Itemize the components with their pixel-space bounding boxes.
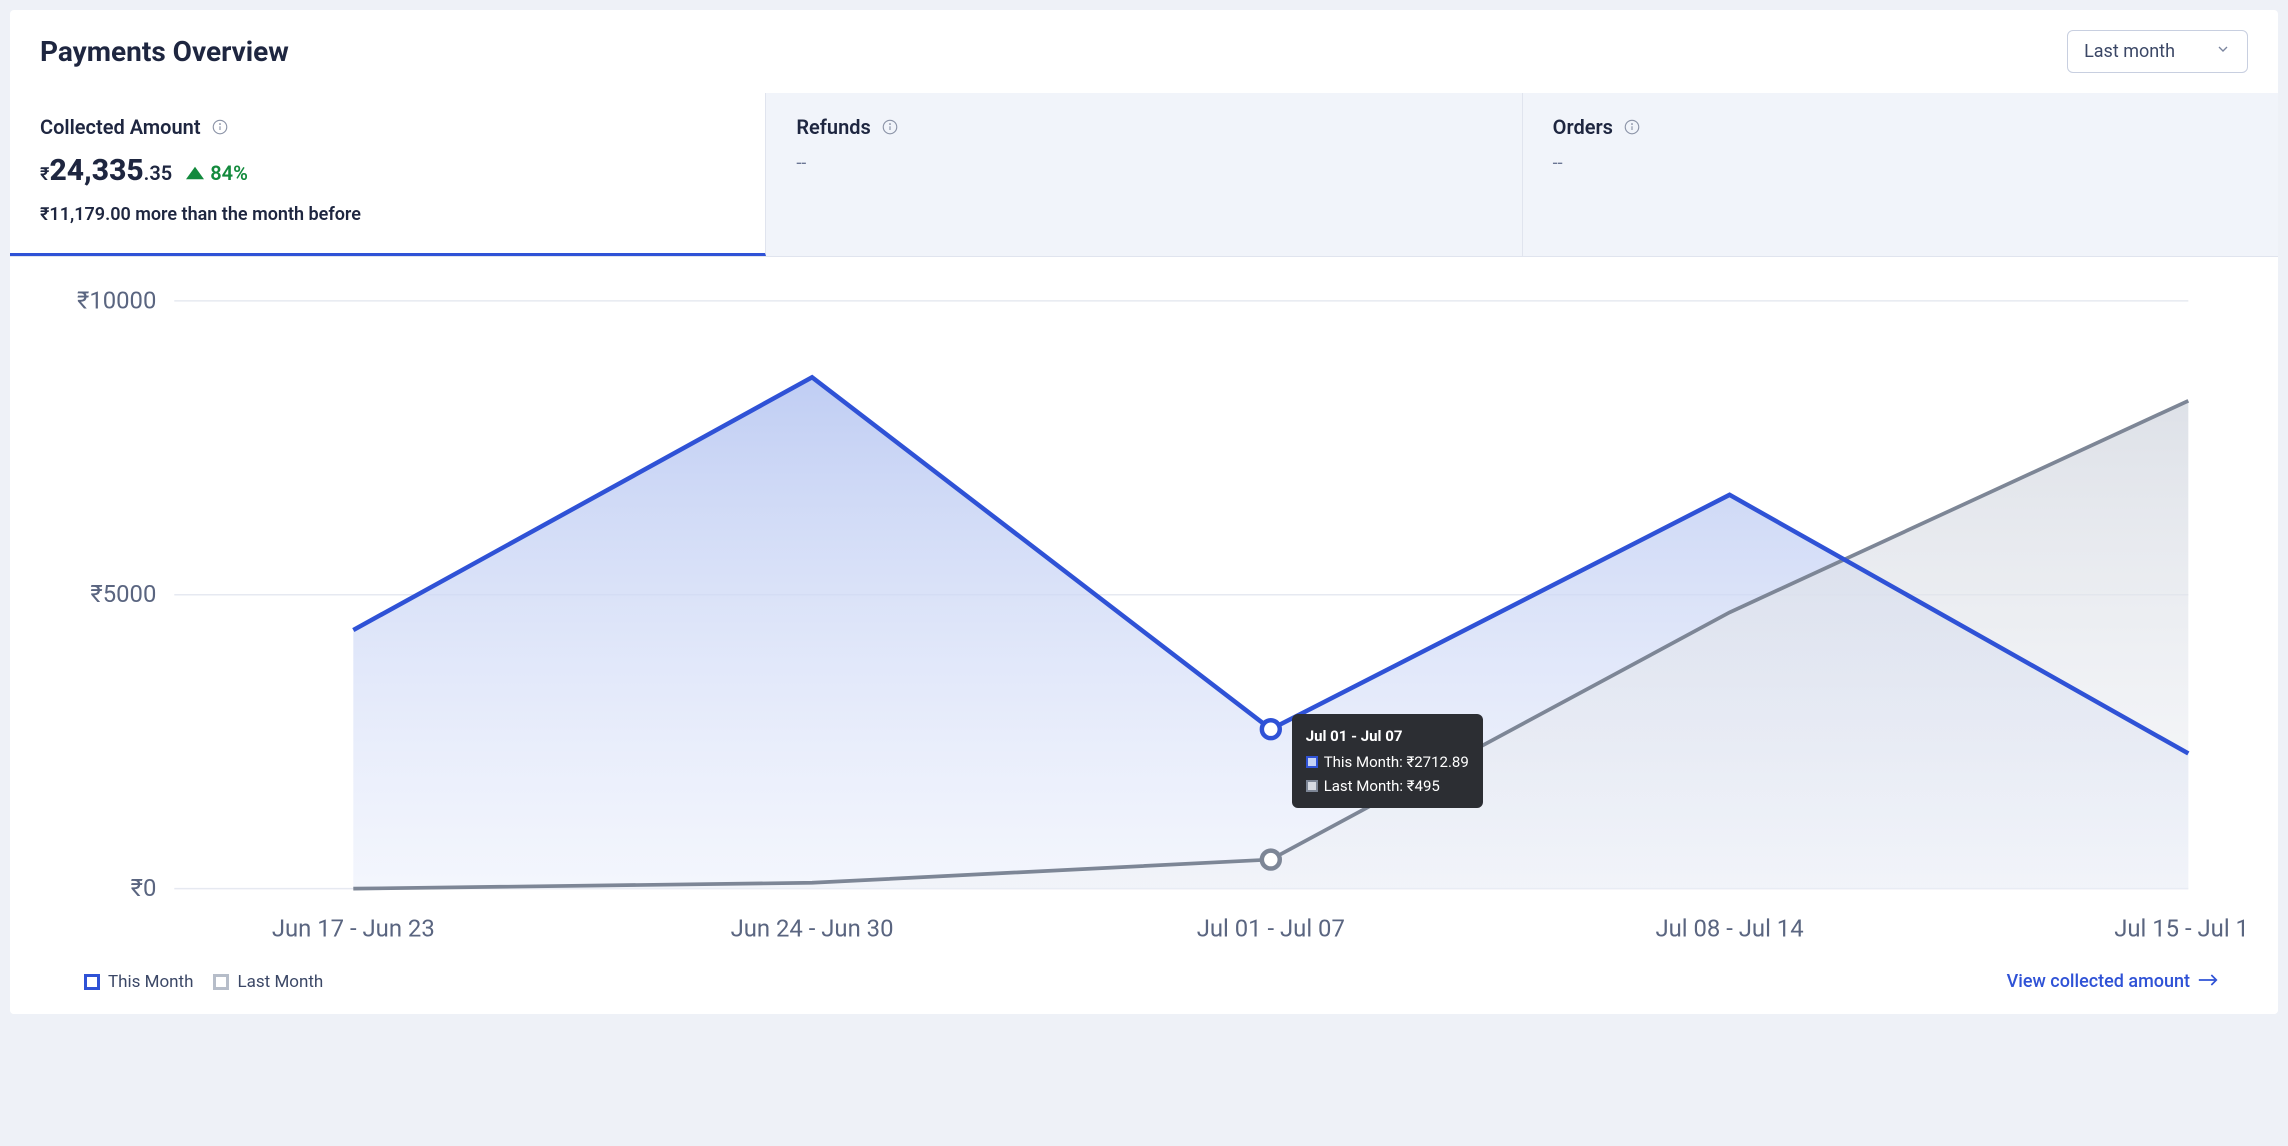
legend-label: Last Month bbox=[237, 972, 323, 992]
trend-indicator: 84% bbox=[186, 161, 248, 185]
chart-tooltip: Jul 01 - Jul 07 This Month: ₹2712.89 Las… bbox=[1292, 714, 1483, 808]
panel-header: Payments Overview Last month bbox=[10, 10, 2278, 93]
refunds-value: -- bbox=[796, 153, 1491, 174]
info-icon[interactable] bbox=[881, 118, 899, 136]
tab-label: Orders bbox=[1553, 115, 1613, 139]
svg-text:₹10000: ₹10000 bbox=[77, 286, 156, 314]
svg-text:Jun 24 - Jun 30: Jun 24 - Jun 30 bbox=[731, 914, 894, 942]
payments-overview-panel: Payments Overview Last month Collected A… bbox=[10, 10, 2278, 1014]
tooltip-last-month: Last Month: ₹495 bbox=[1324, 774, 1440, 798]
metric-tabs: Collected Amount ₹24,335.35 84% ₹11,179.… bbox=[10, 93, 2278, 257]
chart-area: ₹0 ₹5000 ₹10000 Jun 17 - Jun 23 Jun 24 - Ju… bbox=[10, 257, 2278, 1014]
svg-text:Jun 17 - Jun 23: Jun 17 - Jun 23 bbox=[272, 914, 435, 942]
legend-label: This Month bbox=[108, 972, 193, 992]
legend-square-blue-icon bbox=[1306, 756, 1318, 768]
svg-text:₹5000: ₹5000 bbox=[90, 580, 156, 608]
tab-orders[interactable]: Orders -- bbox=[1523, 93, 2278, 256]
tooltip-this-month: This Month: ₹2712.89 bbox=[1324, 750, 1469, 774]
svg-text:Jul 01 - Jul 07: Jul 01 - Jul 07 bbox=[1197, 914, 1345, 942]
legend-square-blue-icon bbox=[84, 974, 100, 990]
tab-label: Collected Amount bbox=[40, 115, 201, 139]
period-value: Last month bbox=[2084, 41, 2175, 62]
legend-item-this-month[interactable]: This Month bbox=[84, 972, 193, 992]
svg-text:Jul 08 - Jul 14: Jul 08 - Jul 14 bbox=[1655, 914, 1803, 942]
tooltip-row-this-month: This Month: ₹2712.89 bbox=[1306, 750, 1469, 774]
chart-container[interactable]: ₹0 ₹5000 ₹10000 Jun 17 - Jun 23 Jun 24 - Ju… bbox=[40, 277, 2248, 963]
collected-amount-value: ₹24,335.35 84% bbox=[40, 153, 735, 188]
trend-up-icon bbox=[186, 161, 204, 185]
info-icon[interactable] bbox=[211, 118, 229, 136]
legend-item-last-month[interactable]: Last Month bbox=[213, 972, 323, 992]
svg-text:₹0: ₹0 bbox=[131, 874, 157, 902]
orders-value: -- bbox=[1553, 153, 2248, 174]
period-dropdown[interactable]: Last month bbox=[2067, 30, 2248, 73]
trend-percent: 84% bbox=[210, 161, 248, 185]
tab-collected-amount[interactable]: Collected Amount ₹24,335.35 84% ₹11,179.… bbox=[10, 93, 766, 256]
arrow-right-icon bbox=[2198, 971, 2218, 992]
view-link-text: View collected amount bbox=[2007, 971, 2190, 992]
area-chart[interactable]: ₹0 ₹5000 ₹10000 Jun 17 - Jun 23 Jun 24 - Ju… bbox=[40, 277, 2248, 963]
page-title: Payments Overview bbox=[40, 35, 289, 68]
chevron-down-icon bbox=[2215, 41, 2231, 62]
tab-label: Refunds bbox=[796, 115, 870, 139]
info-icon[interactable] bbox=[1623, 118, 1641, 136]
tooltip-title: Jul 01 - Jul 07 bbox=[1306, 724, 1469, 748]
tooltip-row-last-month: Last Month: ₹495 bbox=[1306, 774, 1469, 798]
svg-text:Jul 15 - Jul 17: Jul 15 - Jul 17 bbox=[2114, 914, 2248, 942]
amount-decimal: .35 bbox=[144, 161, 173, 185]
amount-integer: 24,335 bbox=[49, 153, 143, 188]
legend-square-gray-icon bbox=[213, 974, 229, 990]
view-collected-amount-link[interactable]: View collected amount bbox=[2007, 971, 2218, 992]
legend-square-gray-icon bbox=[1306, 780, 1318, 792]
chart-footer: This Month Last Month View collected amo… bbox=[40, 963, 2248, 1006]
tab-refunds[interactable]: Refunds -- bbox=[766, 93, 1522, 256]
comparison-text: ₹11,179.00 more than the month before bbox=[40, 204, 735, 225]
chart-legend: This Month Last Month bbox=[84, 972, 323, 992]
